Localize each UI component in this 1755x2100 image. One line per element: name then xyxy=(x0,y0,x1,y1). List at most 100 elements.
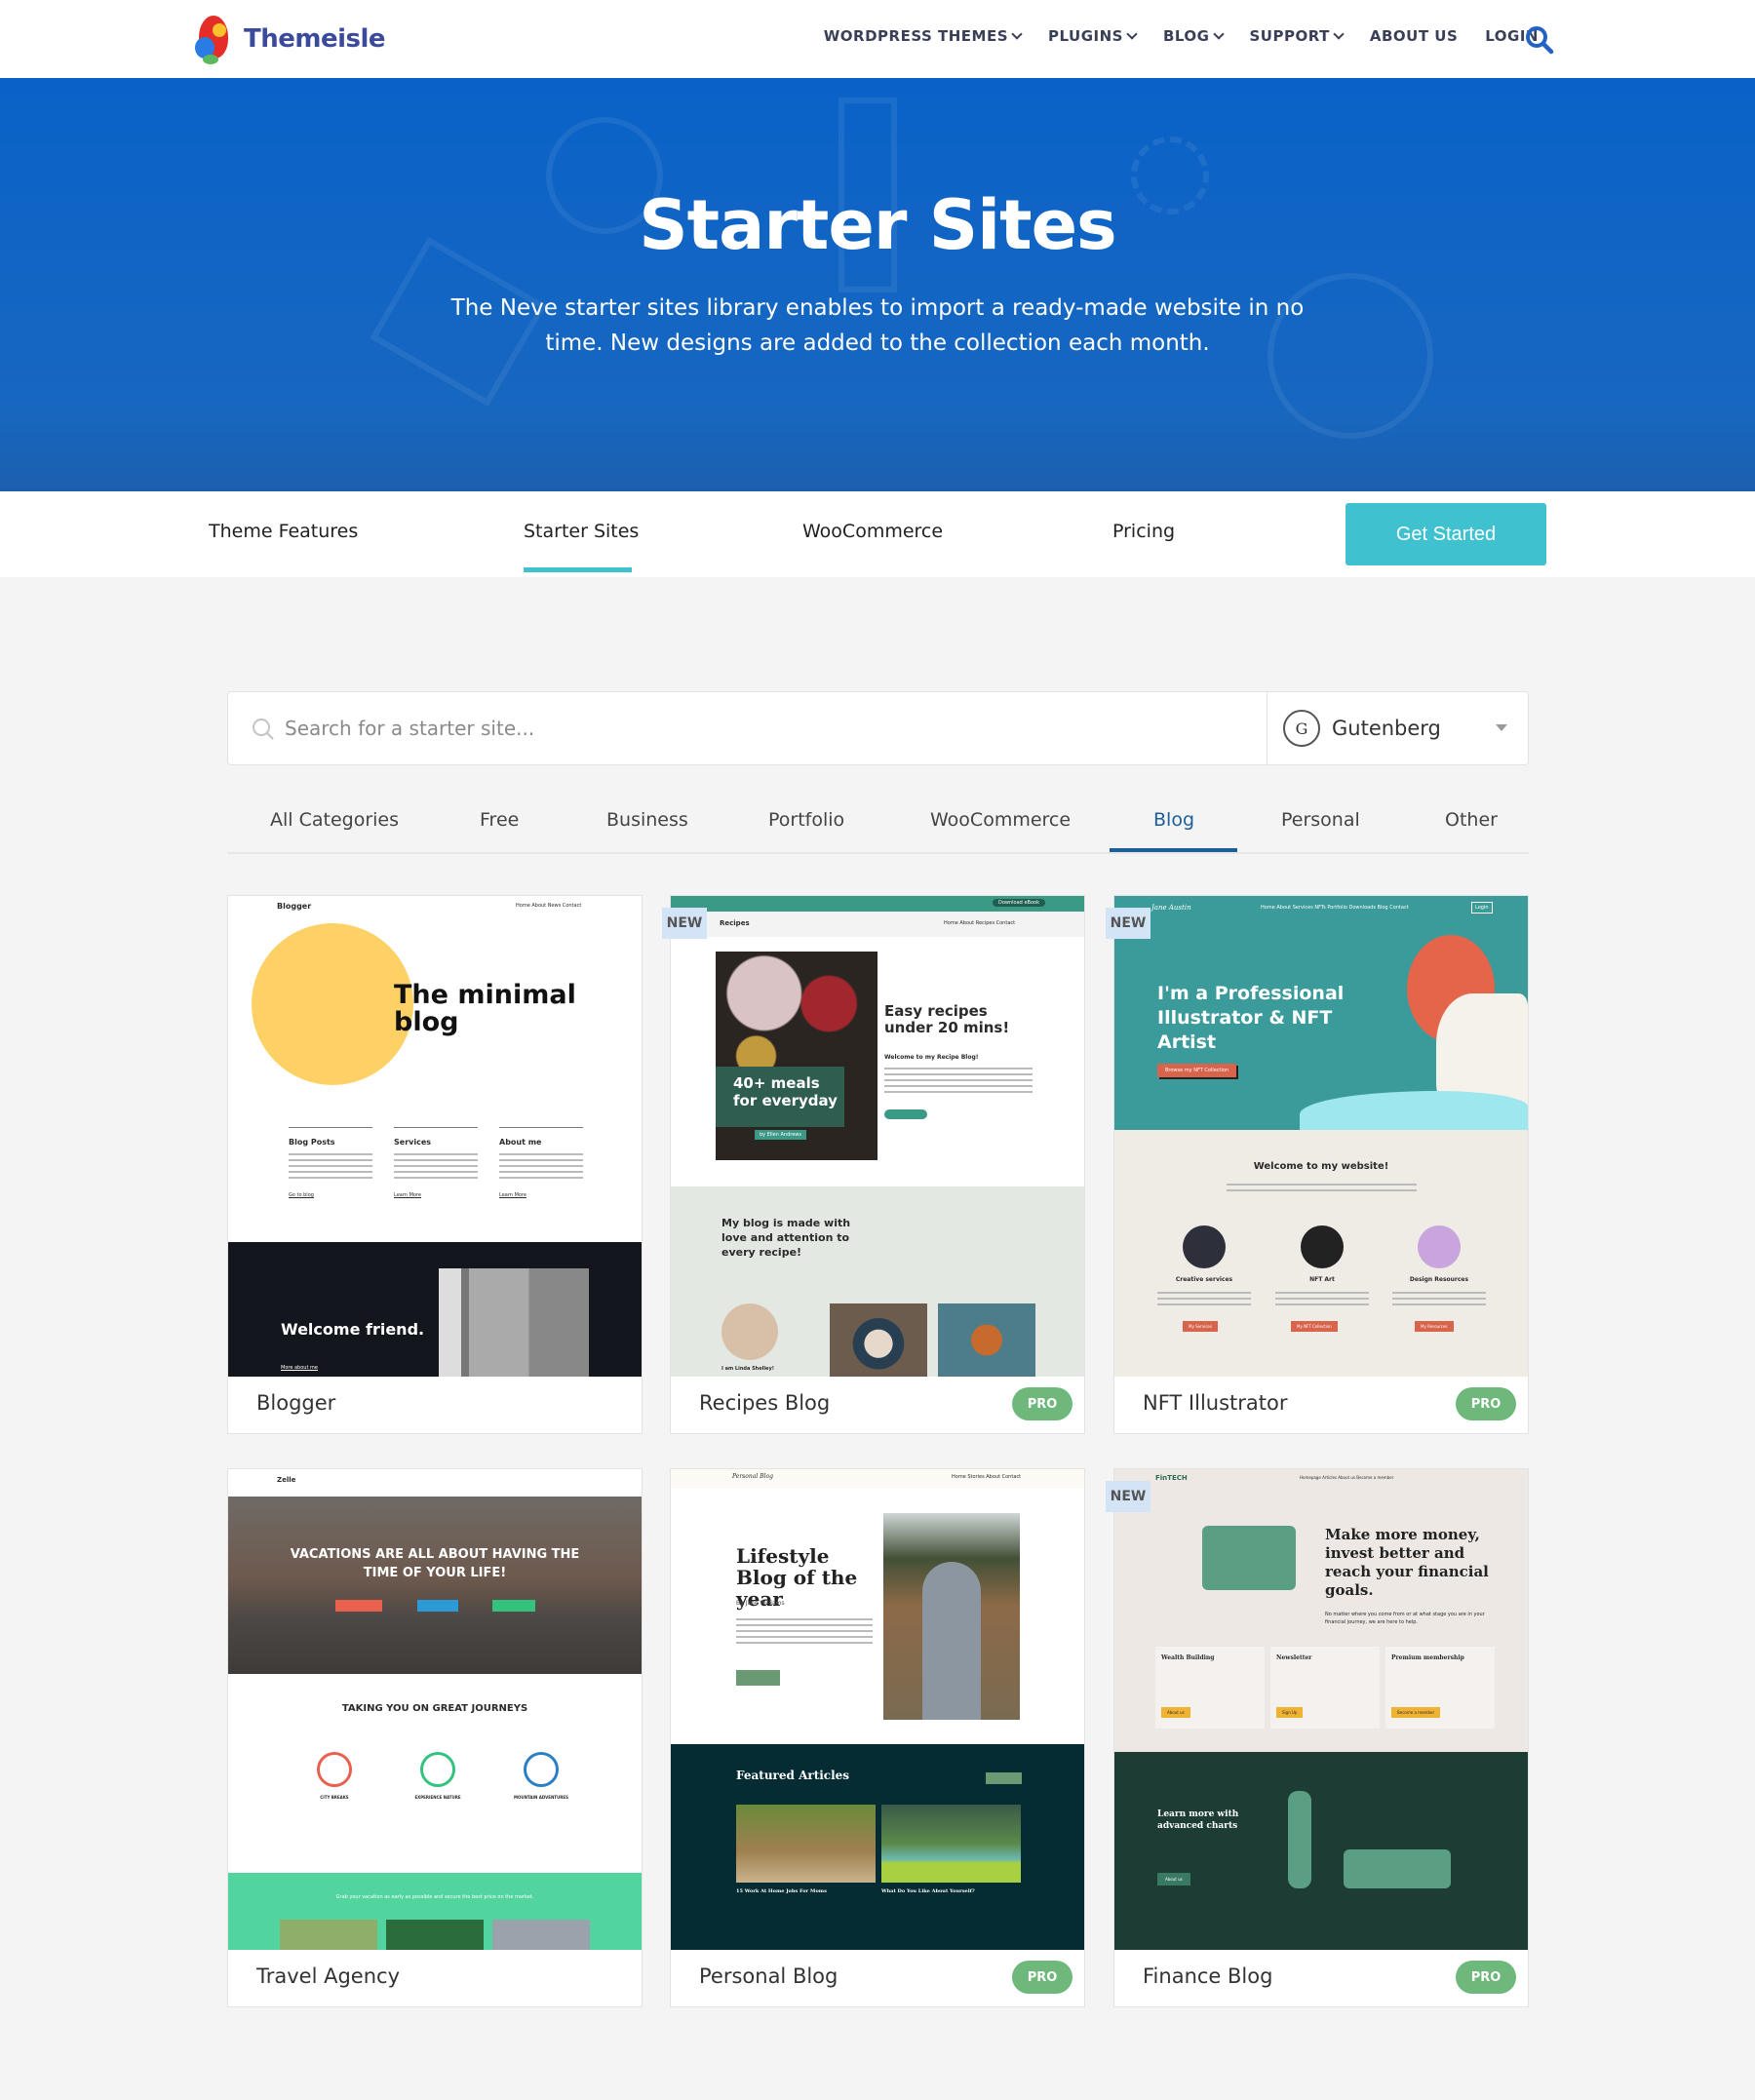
preview-brand: Zelle xyxy=(277,1476,296,1484)
canal-photo: VACATIONS ARE ALL ABOUT HAVING THE TIME … xyxy=(228,1497,642,1674)
door-photo xyxy=(439,1268,589,1377)
site-preview: Jane Austin Home About Services NFTs Por… xyxy=(1114,896,1528,1377)
column-link: Learn More xyxy=(499,1192,526,1198)
people-illustration xyxy=(1344,1849,1451,1888)
column-title: EXPERIENCE NATURE xyxy=(414,1795,461,1800)
preview-welcome: Welcome to my website! xyxy=(1253,1161,1389,1172)
chevron-down-icon xyxy=(1126,27,1138,40)
category-free[interactable]: Free xyxy=(480,809,519,831)
article-title: 15 Work At Home Jobs For Moms xyxy=(736,1888,827,1894)
category-portfolio[interactable]: Portfolio xyxy=(768,809,844,831)
preview-brand: Blogger xyxy=(277,902,312,911)
pro-badge: PRO xyxy=(1012,1387,1072,1420)
tab-pricing[interactable]: Pricing xyxy=(1112,521,1175,542)
parrot-logo-icon xyxy=(193,12,236,66)
active-category-indicator xyxy=(1110,848,1237,852)
starter-site-card-nft-illustrator[interactable]: NEW Jane Austin Home About Services NFTs… xyxy=(1106,895,1529,1434)
starter-site-card-recipes-blog[interactable]: NEW Download eBook Recipes Home About Rec… xyxy=(662,895,1085,1434)
builder-select[interactable]: G Gutenberg xyxy=(1268,692,1529,764)
column-title: MOUNTAIN ADVENTURES xyxy=(514,1795,568,1800)
nav-about-us[interactable]: ABOUT US xyxy=(1370,27,1458,45)
starter-site-card-blogger[interactable]: Blogger Home About News Contact The mini… xyxy=(227,895,643,1434)
preview-brand: Recipes xyxy=(720,919,750,927)
preview-section-title: TAKING YOU ON GREAT JOURNEYS xyxy=(341,1703,528,1714)
hero-subtitle: The Neve starter sites library enables t… xyxy=(450,295,1305,356)
preview-dark-section: Featured Articles 15 Work At Home Jobs F… xyxy=(671,1744,1084,1950)
preview-button: My Resources xyxy=(1415,1321,1454,1332)
nav-blog[interactable]: BLOG xyxy=(1162,27,1225,45)
card-title: Recipes Blog xyxy=(699,1391,831,1415)
column-title: Newsletter xyxy=(1276,1654,1312,1661)
spices-photo: 40+ meals for everyday by Ellen Andrews xyxy=(716,952,878,1160)
search-bar: G Gutenberg xyxy=(227,691,1529,765)
logo-text: Themeisle xyxy=(244,24,386,54)
preview-name: I am Linda Shelley! xyxy=(722,1366,774,1372)
preview-brand: FinTECH xyxy=(1155,1474,1188,1482)
starter-site-card-travel-agency[interactable]: Zelle VACATIONS ARE ALL ABOUT HAVING THE… xyxy=(227,1468,643,2007)
preview-button: Sign Up xyxy=(1276,1707,1304,1718)
gutenberg-icon: G xyxy=(1283,710,1320,747)
card-title: Finance Blog xyxy=(1143,1964,1273,1988)
site-preview: Blogger Home About News Contact The mini… xyxy=(228,896,642,1377)
column-title: Creative services xyxy=(1175,1276,1233,1283)
tab-woocommerce[interactable]: WooCommerce xyxy=(802,521,943,542)
preview-headline: VACATIONS ARE ALL ABOUT HAVING THE TIME … xyxy=(290,1547,580,1580)
nav-support[interactable]: SUPPORT xyxy=(1250,27,1345,45)
preview-button: About us xyxy=(1157,1873,1190,1886)
preview-headline: Easy recipes under 20 mins! xyxy=(884,1002,1010,1036)
preview-login: Login xyxy=(1471,902,1493,914)
search-icon[interactable] xyxy=(1525,25,1554,55)
preview-brand: Jane Austin xyxy=(1151,904,1191,912)
nav-label: BLOG xyxy=(1162,27,1210,45)
preview-nav: Homepage Articles About us Become a memb… xyxy=(1300,1475,1394,1480)
preview-headline: The minimal blog xyxy=(394,980,576,1037)
get-started-button[interactable]: Get Started xyxy=(1346,503,1546,565)
nav-plugins[interactable]: PLUGINS xyxy=(1048,27,1138,45)
article-title: What Do You Like About Yourself? xyxy=(881,1888,975,1894)
category-woocommerce[interactable]: WooCommerce xyxy=(930,809,1071,831)
page-title: Starter Sites xyxy=(639,185,1116,265)
category-all[interactable]: All Categories xyxy=(270,809,399,831)
tab-starter-sites[interactable]: Starter Sites xyxy=(524,521,639,542)
column-title: About me xyxy=(499,1138,542,1147)
preview-band-text: Grab your vacation as early as possible … xyxy=(335,1894,534,1900)
category-other[interactable]: Other xyxy=(1445,809,1498,831)
category-blog[interactable]: Blog xyxy=(1153,809,1194,831)
preview-welcome: Welcome to my Recipe Blog! xyxy=(884,1054,979,1061)
preview-nav: Home About News Contact xyxy=(516,903,582,909)
card-title: Personal Blog xyxy=(699,1964,838,1988)
preview-topbar-button: Download eBook xyxy=(993,899,1045,907)
card-title: Blogger xyxy=(256,1391,336,1415)
new-badge: NEW xyxy=(662,908,707,939)
preview-button: Become a member xyxy=(1391,1707,1441,1718)
preview-hero: Jane Austin Home About Services NFTs Por… xyxy=(1114,896,1528,1130)
preview-brand: Personal Blog xyxy=(732,1473,773,1480)
yellow-circle xyxy=(252,923,413,1085)
preview-band: Grab your vacation as early as possible … xyxy=(228,1873,642,1950)
chevron-down-icon xyxy=(1011,27,1023,40)
site-preview: Download eBook Recipes Home About Recipes… xyxy=(671,896,1084,1377)
tab-theme-features[interactable]: Theme Features xyxy=(209,521,358,542)
search-input[interactable] xyxy=(285,692,1260,764)
logo[interactable]: Themeisle xyxy=(193,12,386,66)
new-badge: NEW xyxy=(1106,908,1150,939)
column-title: Blog Posts xyxy=(289,1138,335,1147)
preview-dark-title: Learn more with advanced charts xyxy=(1157,1809,1239,1831)
column-title: NFT Art xyxy=(1309,1276,1335,1283)
nav-label: PLUGINS xyxy=(1048,27,1123,45)
category-business[interactable]: Business xyxy=(606,809,688,831)
preview-cta: Browse my NFT Collection xyxy=(1157,1064,1237,1077)
preview-section: Welcome to my website! Creative services… xyxy=(1114,1130,1528,1377)
pro-badge: PRO xyxy=(1456,1961,1516,1994)
preview-nav: Home Stories About Contact xyxy=(952,1474,1022,1480)
preview-section-title: Featured Articles xyxy=(736,1769,850,1782)
nav-wordpress-themes[interactable]: WORDPRESS THEMES xyxy=(824,27,1023,45)
main-nav: WORDPRESS THEMES PLUGINS BLOG SUPPORT AB… xyxy=(824,27,1539,45)
column-link: Go to blog xyxy=(289,1192,314,1198)
starter-site-card-finance-blog[interactable]: NEW FinTECH Homepage Articles About us B… xyxy=(1106,1468,1529,2007)
preview-overlay-text: 40+ meals for everyday xyxy=(733,1074,838,1109)
preview-headline: I'm a Professional Illustrator & NFT Art… xyxy=(1157,983,1345,1053)
starter-site-card-personal-blog[interactable]: Personal Blog Home Stories About Contact… xyxy=(670,1468,1085,2007)
category-personal[interactable]: Personal xyxy=(1281,809,1360,831)
card-title: NFT Illustrator xyxy=(1143,1391,1288,1415)
